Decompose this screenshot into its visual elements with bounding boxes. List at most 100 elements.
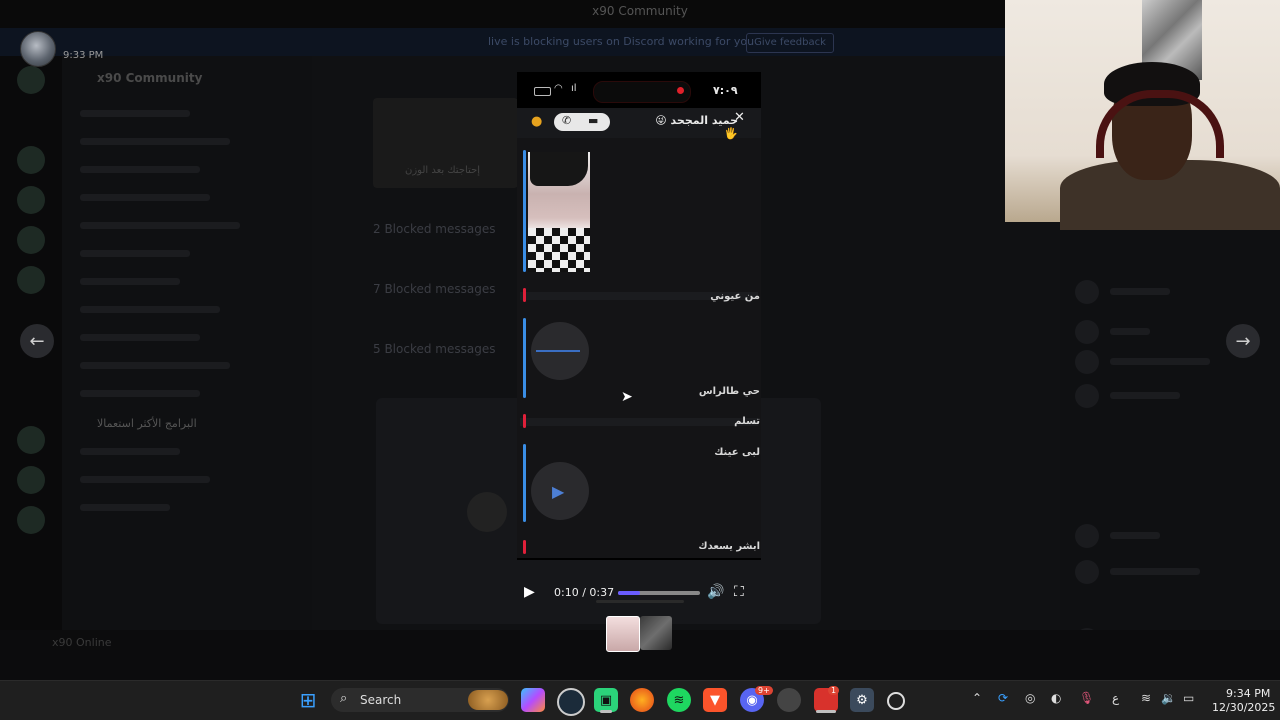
active-indicator	[600, 710, 612, 713]
app-icon[interactable]	[777, 688, 801, 712]
arrow-right-icon: →	[1235, 330, 1251, 352]
member-name[interactable]	[1110, 358, 1210, 365]
person-icon: ●	[531, 114, 543, 129]
brave-icon[interactable]: ▼	[703, 688, 727, 712]
fullscreen-button[interactable]: ⛶	[734, 584, 744, 600]
member-avatar[interactable]	[1075, 280, 1099, 304]
channel-item[interactable]	[80, 222, 240, 229]
server-name[interactable]: x90 Community	[97, 71, 202, 85]
notice-text: live is blocking users on Discord workin…	[488, 35, 755, 48]
user-name: x90 Online	[52, 636, 112, 649]
attachment-thumbnail[interactable]	[606, 616, 640, 652]
member-avatar[interactable]	[1075, 320, 1099, 344]
screen: x90 Community live is blocking users on …	[0, 0, 1280, 720]
channel-item-active[interactable]: البرامج الأكثر استعمالا	[97, 417, 197, 430]
feedback-button[interactable]: Give feedback	[746, 33, 834, 53]
chevron-up-icon[interactable]: ⌃	[972, 691, 982, 705]
signal-icon: ıl	[571, 83, 577, 94]
blocked-messages[interactable]: 5 Blocked messages	[373, 342, 495, 356]
blocked-messages[interactable]: 2 Blocked messages	[373, 222, 495, 236]
app-badge: 1	[828, 686, 840, 695]
video-time: 0:10 / 0:37	[554, 586, 614, 599]
member-name[interactable]	[1110, 328, 1150, 335]
wifi-icon: ◠	[554, 83, 563, 94]
server-icon[interactable]	[17, 186, 45, 214]
message-accent-bar	[523, 540, 526, 554]
message-accent-bar	[523, 150, 526, 272]
play-button[interactable]: ▶	[524, 584, 535, 600]
poster-avatar[interactable]	[20, 31, 56, 67]
server-icon[interactable]	[17, 66, 45, 94]
channel-item[interactable]	[80, 194, 210, 201]
next-button[interactable]: →	[1226, 324, 1260, 358]
obs-tray-icon[interactable]: ◎	[1025, 691, 1035, 705]
blocked-messages[interactable]: 7 Blocked messages	[373, 282, 495, 296]
app-icon[interactable]: ▣	[594, 688, 618, 712]
message-text: ابشر يسعدك	[698, 541, 760, 552]
channel-item[interactable]	[80, 250, 190, 257]
chat-banner-text: إحتاجتك بعد الوزن	[405, 165, 481, 176]
member-avatar[interactable]	[1075, 350, 1099, 374]
channel-item[interactable]	[80, 138, 230, 145]
search-icon: ⌕	[340, 691, 348, 706]
channel-item[interactable]	[80, 362, 230, 369]
server-icon[interactable]	[17, 466, 45, 494]
play-icon[interactable]	[467, 492, 507, 532]
photo-detail	[530, 152, 588, 186]
volume-icon[interactable]: 🔉	[1161, 691, 1176, 705]
close-icon: ✕	[734, 110, 745, 125]
channel-item[interactable]	[80, 448, 180, 455]
server-icon[interactable]	[17, 426, 45, 454]
discord-badge: 9+	[755, 686, 773, 695]
member-avatar[interactable]	[1075, 524, 1099, 548]
member-name[interactable]	[1110, 392, 1180, 399]
call-buttons: ✆ ▬	[554, 113, 610, 131]
channel-item[interactable]	[80, 390, 200, 397]
sync-icon[interactable]: ⟳	[998, 691, 1008, 705]
voice-waveform	[536, 350, 580, 352]
recording-dot-icon	[677, 87, 684, 94]
channel-item[interactable]	[80, 504, 170, 511]
spotify-icon[interactable]: ≋	[667, 688, 691, 712]
video-current-time: 0:10	[554, 586, 579, 599]
member-avatar[interactable]	[1075, 384, 1099, 408]
clock-date[interactable]: 12/30/2025	[1212, 701, 1275, 714]
member-name[interactable]	[1110, 288, 1170, 295]
attachment-thumbnail[interactable]	[640, 616, 672, 650]
channel-item[interactable]	[80, 278, 180, 285]
app-icon[interactable]	[557, 688, 585, 716]
member-name[interactable]	[1110, 568, 1200, 575]
play-icon: ▶	[552, 482, 565, 501]
volume-button[interactable]: 🔊	[707, 584, 724, 600]
server-icon[interactable]	[17, 226, 45, 254]
channel-item[interactable]	[80, 110, 190, 117]
steam-icon[interactable]: ◐	[1051, 691, 1061, 705]
microphone-icon[interactable]: 🎙	[1079, 691, 1094, 705]
firefox-icon[interactable]	[630, 688, 654, 712]
server-icon[interactable]	[17, 146, 45, 174]
windows-start-icon[interactable]: ⊞	[296, 688, 320, 712]
contact-name-text: حميد المجحد	[670, 114, 738, 127]
copilot-icon[interactable]	[521, 688, 545, 712]
obs-icon[interactable]	[887, 692, 905, 710]
member-name[interactable]	[1110, 532, 1160, 539]
channel-item[interactable]	[80, 166, 200, 173]
message-row	[520, 418, 758, 426]
user-status: Online	[76, 636, 112, 649]
channel-item[interactable]	[80, 476, 210, 483]
message-text: حي طالراس	[698, 386, 760, 397]
settings-icon[interactable]: ⚙	[850, 688, 874, 712]
member-avatar[interactable]	[1075, 560, 1099, 584]
contact-name: حميد المجحد 😜🖐	[650, 114, 738, 140]
horizontal-scrollbar[interactable]	[596, 600, 684, 603]
channel-item[interactable]	[80, 334, 200, 341]
wifi-icon[interactable]: ≋	[1141, 691, 1151, 705]
server-icon[interactable]	[17, 506, 45, 534]
channel-item[interactable]	[80, 306, 220, 313]
previous-button[interactable]: ←	[20, 324, 54, 358]
language-indicator[interactable]: ع	[1112, 691, 1119, 705]
battery-icon[interactable]: ▭	[1183, 691, 1194, 705]
clock-time[interactable]: 9:34 PM	[1226, 687, 1270, 700]
server-icon[interactable]	[17, 266, 45, 294]
video-duration: 0:37	[589, 586, 615, 599]
